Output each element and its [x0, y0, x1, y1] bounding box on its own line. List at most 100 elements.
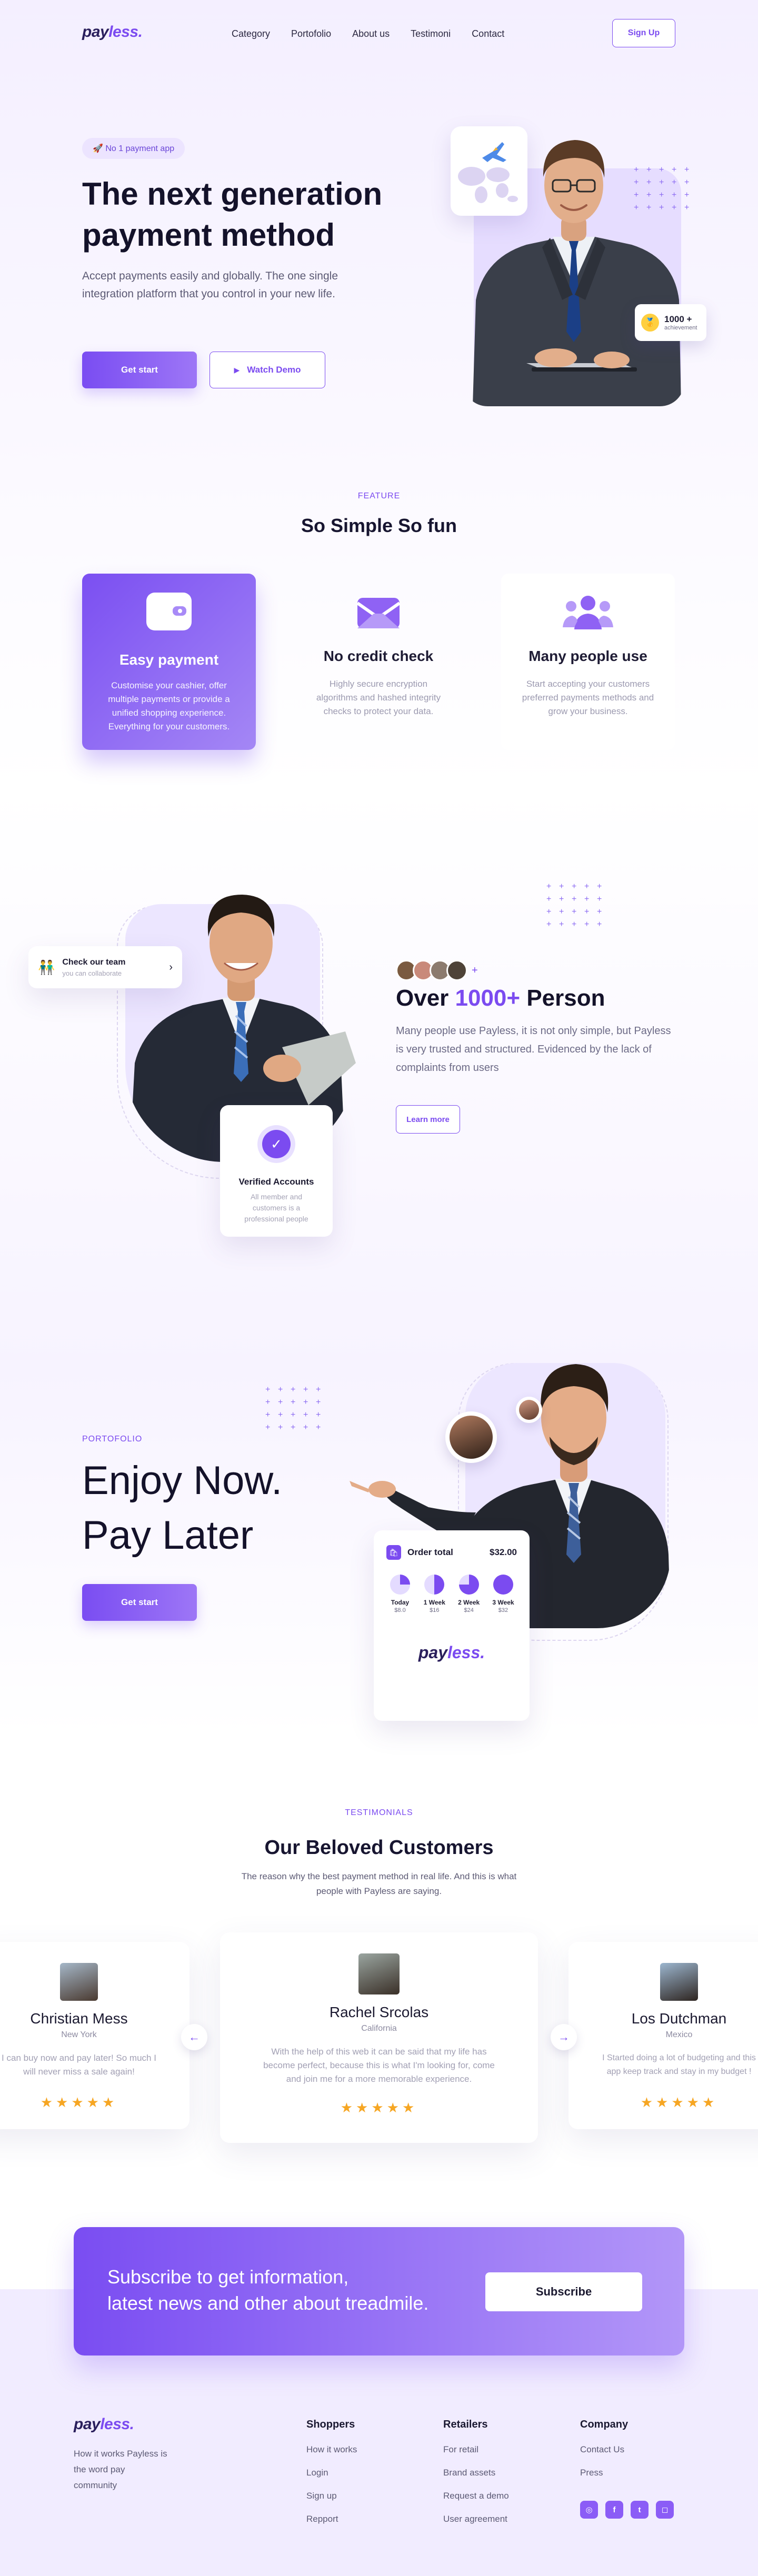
- dribbble-icon[interactable]: ◎: [580, 2501, 598, 2519]
- verified-title: Verified Accounts: [238, 1177, 314, 1187]
- testimonial-text: I can buy now and pay later! So much I w…: [2, 2053, 156, 2077]
- schedule-item: 1 Week $16: [420, 1575, 449, 1613]
- testimonials-title: Our Beloved Customers: [264, 1837, 494, 1859]
- footer-link[interactable]: Brand assets: [443, 2468, 509, 2478]
- nav-category[interactable]: Category: [232, 28, 270, 39]
- watch-demo-button[interactable]: ▶ Watch Demo: [210, 352, 325, 388]
- avatar: [358, 1953, 400, 1994]
- feature-card-title: No credit check: [323, 648, 434, 664]
- feature-card-title: Easy payment: [119, 651, 219, 668]
- order-card-logo: payless.: [374, 1643, 530, 1662]
- pie-25-icon: [390, 1575, 410, 1595]
- team-heading: Over 1000+ Person: [396, 985, 605, 1011]
- arrow-left-icon[interactable]: ←: [181, 2024, 207, 2050]
- schedule-label: Today: [391, 1599, 410, 1606]
- testimonial-text: With the help of this web it can be said…: [263, 2047, 495, 2084]
- nav-contact[interactable]: Contact: [472, 28, 504, 39]
- avatar: [660, 1963, 698, 2001]
- customer-avatar-large: [445, 1411, 497, 1463]
- nav-testimoni[interactable]: Testimoni: [411, 28, 451, 39]
- learn-more-button[interactable]: Learn more: [396, 1105, 460, 1134]
- subscribe-button[interactable]: Subscribe: [485, 2272, 642, 2311]
- wallet-icon: [146, 593, 192, 630]
- play-icon: ▶: [234, 365, 240, 374]
- facebook-icon[interactable]: f: [605, 2501, 623, 2519]
- hero-lead: Accept payments easily and globally. The…: [82, 270, 338, 300]
- footer-link[interactable]: For retail: [443, 2444, 509, 2455]
- feature-card-easy-payment[interactable]: Easy payment Customise your cashier, off…: [82, 574, 256, 750]
- signup-button[interactable]: Sign Up: [612, 19, 675, 47]
- feature-card-many-people[interactable]: Many people use Start accepting your cus…: [501, 574, 675, 750]
- logo-accent: less.: [108, 23, 143, 41]
- logo-main: pay: [418, 1643, 447, 1662]
- footer-link[interactable]: Request a demo: [443, 2491, 509, 2501]
- hero-get-start-button[interactable]: Get start: [82, 352, 197, 388]
- customer-avatar-small: [516, 1397, 542, 1423]
- avatar: [519, 1400, 539, 1420]
- hero-title: The next generation payment method: [82, 174, 419, 256]
- feature-card-no-credit-check[interactable]: No credit check Highly secure encryption…: [292, 574, 465, 750]
- footer-link[interactable]: Press: [580, 2468, 628, 2478]
- achievement-card: 🥇 1000 + achievement: [635, 304, 706, 341]
- avatar: [450, 1416, 493, 1459]
- social-links: ◎ f t ◻: [580, 2501, 674, 2519]
- footer-link[interactable]: How it works: [306, 2444, 357, 2455]
- nav-about[interactable]: About us: [352, 28, 390, 39]
- check-team-card[interactable]: 👬 Check our team you can collaborate ›: [28, 946, 182, 988]
- footer-link[interactable]: Repport: [306, 2514, 357, 2524]
- feature-title: So Simple So fun: [301, 515, 457, 536]
- schedule-label: 2 Week: [458, 1599, 480, 1606]
- testimonial-name: Los Dutchman: [631, 2010, 727, 2027]
- footer-col-title: Shoppers: [306, 2419, 355, 2430]
- medal-icon: 🥇: [641, 314, 659, 332]
- footer-company: Company Contact Us Press: [580, 2419, 628, 2491]
- verified-check-icon: ✓: [257, 1125, 295, 1163]
- portfolio-get-start-button[interactable]: Get start: [82, 1584, 197, 1621]
- footer-link[interactable]: Login: [306, 2468, 357, 2478]
- schedule-amount: $8.0: [394, 1607, 406, 1613]
- watch-demo-label: Watch Demo: [247, 365, 301, 375]
- subscribe-banner: Subscribe to get information, latest new…: [74, 2227, 684, 2356]
- schedule-item: 3 Week $32: [488, 1575, 518, 1613]
- plus-pattern-icon: + + + + + + + + + + + + + + + + + + + +: [265, 1385, 321, 1432]
- nav-portfolio[interactable]: Portofolio: [291, 28, 331, 39]
- hero-title-line1: The next generation: [82, 176, 383, 212]
- subscribe-text-line2: latest news and other about treadmile.: [107, 2292, 429, 2314]
- avatar: [446, 960, 467, 981]
- feature-card-text: Customise your cashier, offer multiple p…: [108, 680, 230, 731]
- testimonial-city: California: [361, 2024, 397, 2033]
- schedule-label: 1 Week: [423, 1599, 445, 1606]
- feature-card-text: Highly secure encryption algorithms and …: [316, 679, 441, 716]
- logo[interactable]: payless.: [82, 23, 143, 41]
- avatar-stack: +: [396, 960, 478, 981]
- verified-accounts-card: ✓ Verified Accounts All member and custo…: [220, 1105, 333, 1237]
- envelope-icon: [356, 598, 401, 628]
- logo-accent: less.: [447, 1643, 485, 1662]
- team-heading-accent: 1000+: [455, 985, 521, 1011]
- portfolio-dot-grid: + + + + + + + + + + + + + + + + + + + +: [265, 1385, 323, 1432]
- footer-col-title: Company: [580, 2419, 629, 2430]
- pie-75-icon: [458, 1575, 479, 1595]
- arrow-right-icon[interactable]: →: [551, 2024, 577, 2050]
- feature-eyebrow: FEATURE: [357, 492, 401, 500]
- footer-link[interactable]: Contact Us: [580, 2444, 628, 2455]
- footer-logo[interactable]: payless.: [74, 2415, 134, 2433]
- achievement-label: achievement: [664, 325, 697, 331]
- logo-main: pay: [82, 23, 109, 41]
- footer-col-title: Retailers: [443, 2419, 488, 2430]
- check-team-title: Check our team: [62, 957, 126, 967]
- testimonials-eyebrow: TESTIMONIALS: [345, 1808, 413, 1817]
- page: payless. Category Portofolio About us Te…: [0, 0, 758, 2576]
- team-text: Many people use Payless, it is not only …: [396, 1025, 671, 1074]
- hero-man-photo: [463, 126, 684, 406]
- logo-accent: less.: [100, 2415, 134, 2433]
- footer-link[interactable]: Sign up: [306, 2491, 357, 2501]
- twitter-icon[interactable]: t: [631, 2501, 649, 2519]
- hero-badge: 🚀 No 1 payment app: [82, 138, 185, 159]
- avatar: [60, 1963, 98, 2001]
- instagram-icon[interactable]: ◻: [656, 2501, 674, 2519]
- feature-card-title: Many people use: [528, 648, 647, 664]
- testimonial-city: Mexico: [665, 2030, 693, 2039]
- team-people-icon: 👬: [38, 959, 55, 975]
- footer-link[interactable]: User agreement: [443, 2514, 509, 2524]
